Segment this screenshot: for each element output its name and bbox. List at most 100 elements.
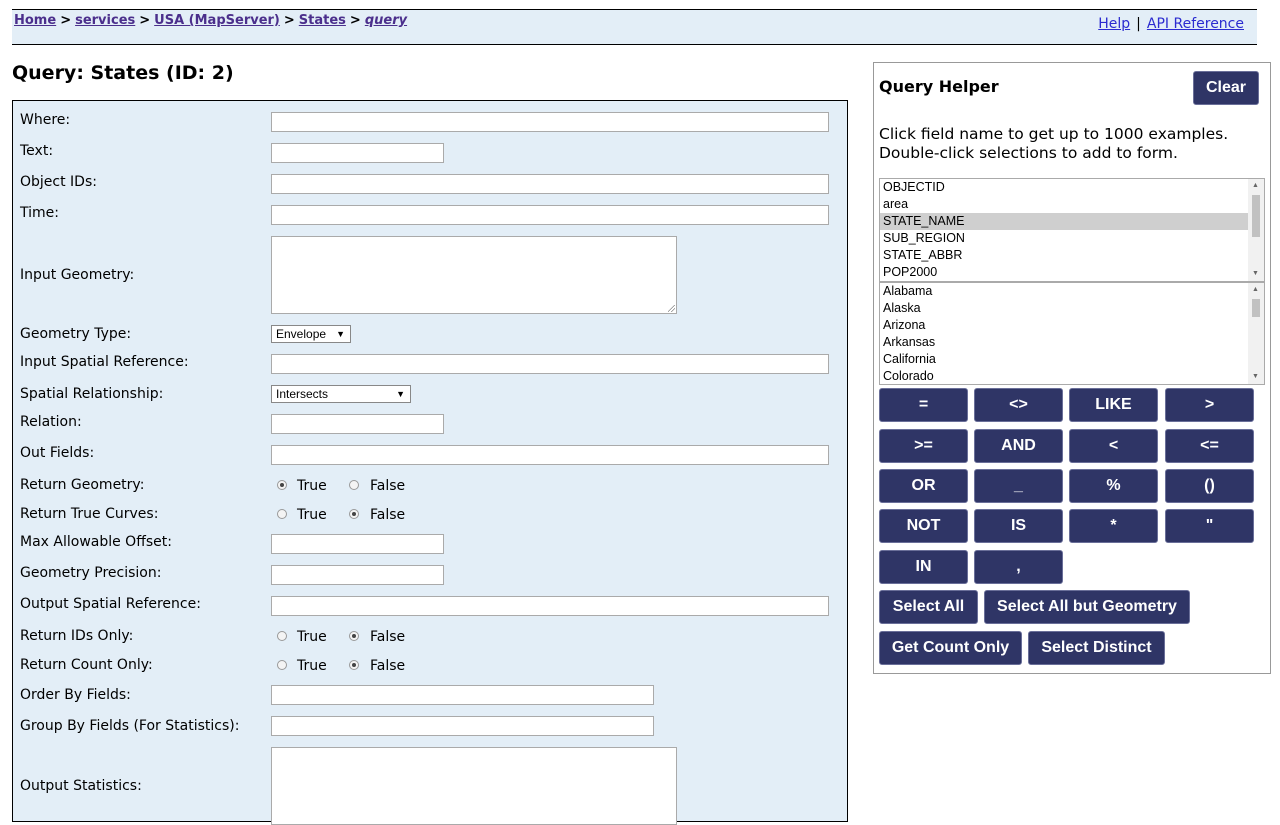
input-geometry-textarea[interactable] xyxy=(271,236,677,314)
value-item[interactable]: Alaska xyxy=(880,300,1264,317)
time-input[interactable] xyxy=(271,205,829,225)
spatial-relationship-label: Spatial Relationship: xyxy=(20,386,164,402)
time-label: Time: xyxy=(20,205,59,221)
resize-grip[interactable] xyxy=(668,305,675,312)
query-helper-desc-line2: Double-click selections to add to form. xyxy=(879,144,1178,162)
operator-not-equal-button[interactable]: <> xyxy=(974,388,1063,422)
output-statistics-textarea[interactable] xyxy=(271,747,677,825)
group-by-fields-input[interactable] xyxy=(271,716,654,736)
select-all-but-geometry-button[interactable]: Select All but Geometry xyxy=(984,590,1190,624)
field-item[interactable]: OBJECTID xyxy=(880,179,1264,196)
scroll-up-icon[interactable]: ▲ xyxy=(1252,182,1259,189)
return-ids-only-false-radio[interactable] xyxy=(349,631,359,641)
return-count-only-true-radio[interactable] xyxy=(277,660,287,670)
scroll-down-icon[interactable]: ▼ xyxy=(1252,373,1259,380)
operator-in-button[interactable]: IN xyxy=(879,550,968,584)
api-reference-link[interactable]: API Reference xyxy=(1147,16,1244,32)
where-input[interactable] xyxy=(271,112,829,132)
breadcrumb-service-link[interactable]: USA (MapServer) xyxy=(154,13,280,28)
select-distinct-button[interactable]: Select Distinct xyxy=(1028,631,1165,665)
geometry-precision-input[interactable] xyxy=(271,565,444,585)
navigation-bar: Home > services > USA (MapServer) > States > que… xyxy=(12,10,1257,45)
breadcrumb-separator: > xyxy=(283,13,295,28)
operator-less-button[interactable]: < xyxy=(1069,429,1158,463)
return-geometry-true-radio[interactable] xyxy=(277,480,287,490)
value-list[interactable]: Alabama Alaska Arizona Arkansas Californ… xyxy=(879,282,1265,385)
field-item[interactable]: POP2000 xyxy=(880,264,1264,281)
geometry-type-label: Geometry Type: xyxy=(20,326,132,342)
output-spatial-reference-input[interactable] xyxy=(271,596,829,616)
return-geometry-false-radio[interactable] xyxy=(349,480,359,490)
return-geometry-label: Return Geometry: xyxy=(20,477,145,493)
breadcrumb-current-link[interactable]: query xyxy=(365,13,407,28)
query-helper-panel: Query Helper Clear Click field name to g… xyxy=(873,62,1271,674)
operator-like-button[interactable]: LIKE xyxy=(1069,388,1158,422)
return-ids-only-label: Return IDs Only: xyxy=(20,628,134,644)
value-list-scrollbar[interactable]: ▲ ▼ xyxy=(1248,283,1264,384)
order-by-fields-input[interactable] xyxy=(271,685,654,705)
select-all-button[interactable]: Select All xyxy=(879,590,978,624)
get-count-only-button[interactable]: Get Count Only xyxy=(879,631,1022,665)
chevron-down-icon: ▼ xyxy=(336,329,345,339)
text-label: Text: xyxy=(20,143,54,159)
value-item[interactable]: Alabama xyxy=(880,283,1264,300)
operator-not-button[interactable]: NOT xyxy=(879,509,968,543)
operator-and-button[interactable]: AND xyxy=(974,429,1063,463)
value-list-items: Alabama Alaska Arizona Arkansas Californ… xyxy=(880,283,1264,385)
operator-asterisk-button[interactable]: * xyxy=(1069,509,1158,543)
field-item-selected[interactable]: STATE_NAME xyxy=(880,213,1264,230)
page-title: Query: States (ID: 2) xyxy=(12,62,234,84)
spatial-relationship-select[interactable]: Intersects ▼ xyxy=(271,385,411,403)
value-item[interactable]: Arkansas xyxy=(880,334,1264,351)
text-input[interactable] xyxy=(271,143,444,163)
field-list[interactable]: OBJECTID area STATE_NAME SUB_REGION STAT… xyxy=(879,178,1265,282)
out-fields-label: Out Fields: xyxy=(20,445,95,461)
field-item[interactable]: SUB_REGION xyxy=(880,230,1264,247)
operator-parentheses-button[interactable]: () xyxy=(1165,469,1254,503)
operator-greater-equal-button[interactable]: >= xyxy=(879,429,968,463)
return-count-only-label: Return Count Only: xyxy=(20,657,153,673)
breadcrumb-services-link[interactable]: services xyxy=(75,13,135,28)
object-ids-input[interactable] xyxy=(271,174,829,194)
return-true-curves-true-radio[interactable] xyxy=(277,509,287,519)
value-item[interactable]: Colorado xyxy=(880,368,1264,385)
breadcrumb-home-link[interactable]: Home xyxy=(14,13,56,28)
scroll-thumb[interactable] xyxy=(1252,195,1260,237)
field-list-scrollbar[interactable]: ▲ ▼ xyxy=(1248,179,1264,281)
operator-percent-button[interactable]: % xyxy=(1069,469,1158,503)
breadcrumb-layer-link[interactable]: States xyxy=(299,13,346,28)
return-count-only-false-radio[interactable] xyxy=(349,660,359,670)
help-link[interactable]: Help xyxy=(1098,16,1130,32)
scroll-down-icon[interactable]: ▼ xyxy=(1252,270,1259,277)
operator-or-button[interactable]: OR xyxy=(879,469,968,503)
value-item[interactable]: California xyxy=(880,351,1264,368)
geometry-precision-label: Geometry Precision: xyxy=(20,565,162,581)
field-item[interactable]: STATE_ABBR xyxy=(880,247,1264,264)
return-ids-only-false-label: False xyxy=(370,629,406,645)
return-true-curves-false-radio[interactable] xyxy=(349,509,359,519)
return-geometry-true-label: True xyxy=(297,478,327,494)
return-true-curves-false-label: False xyxy=(370,507,406,523)
return-geometry-false-label: False xyxy=(370,478,406,494)
operator-greater-button[interactable]: > xyxy=(1165,388,1254,422)
field-item[interactable]: area xyxy=(880,196,1264,213)
operator-quote-button[interactable]: " xyxy=(1165,509,1254,543)
value-item[interactable]: Arizona xyxy=(880,317,1264,334)
scroll-up-icon[interactable]: ▲ xyxy=(1252,286,1259,293)
max-allowable-offset-input[interactable] xyxy=(271,534,444,554)
input-spatial-reference-input[interactable] xyxy=(271,354,829,374)
operator-less-equal-button[interactable]: <= xyxy=(1165,429,1254,463)
clear-button[interactable]: Clear xyxy=(1193,71,1259,105)
operator-equals-button[interactable]: = xyxy=(879,388,968,422)
out-fields-input[interactable] xyxy=(271,445,829,465)
operator-comma-button[interactable]: , xyxy=(974,550,1063,584)
output-statistics-label: Output Statistics: xyxy=(20,778,142,794)
operator-underscore-button[interactable]: _ xyxy=(974,469,1063,503)
operator-is-button[interactable]: IS xyxy=(974,509,1063,543)
geometry-type-select[interactable]: Envelope ▼ xyxy=(271,325,351,343)
geometry-type-value: Envelope xyxy=(276,327,327,341)
return-ids-only-true-radio[interactable] xyxy=(277,631,287,641)
query-helper-description: Click field name to get up to 1000 examp… xyxy=(879,125,1228,163)
relation-input[interactable] xyxy=(271,414,444,434)
scroll-thumb[interactable] xyxy=(1252,299,1260,317)
